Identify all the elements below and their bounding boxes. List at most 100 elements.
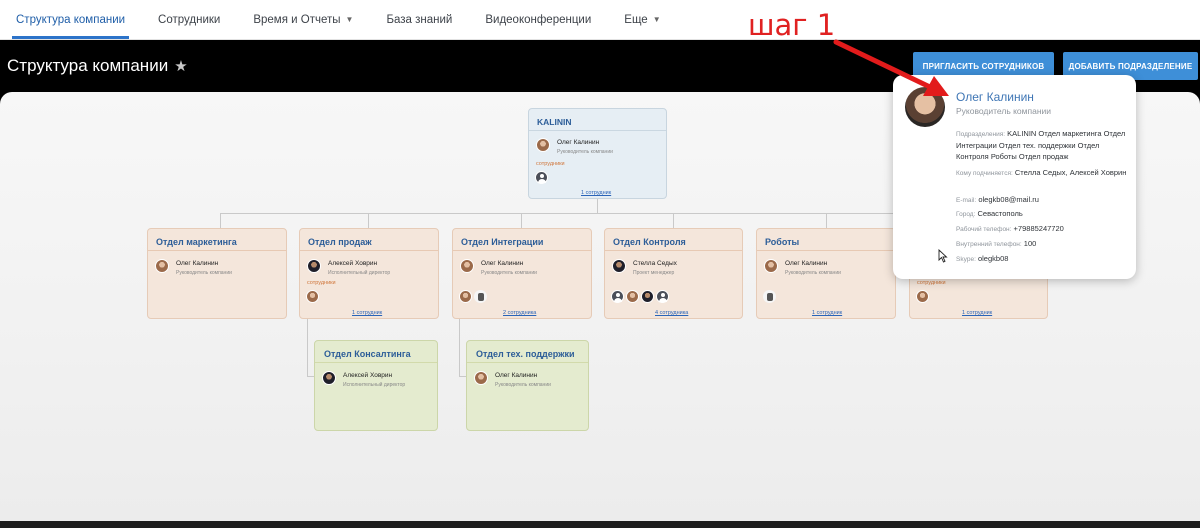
field-value: Севастополь xyxy=(977,209,1023,218)
card-head-person[interactable]: Олег Калинин Руководитель компании xyxy=(460,259,537,276)
employees-link[interactable]: 2 сотрудника xyxy=(503,310,536,316)
card-title: Роботы xyxy=(757,229,895,251)
person-role: Руководитель компании xyxy=(481,270,537,276)
popup-employee-role: Руководитель компании xyxy=(956,106,1052,116)
employees-link[interactable]: 1 сотрудник xyxy=(812,310,842,316)
person-role: Руководитель компании xyxy=(176,270,232,276)
card-title: KALININ xyxy=(529,109,666,131)
red-arrow-icon xyxy=(833,39,949,96)
field-label: Внутренний телефон: xyxy=(956,241,1022,248)
tab-label: Структура компании xyxy=(16,13,126,26)
person-role: Руководитель компании xyxy=(495,382,551,388)
tab-label: База знаний xyxy=(386,13,453,26)
popup-employee-name[interactable]: Олег Калинин xyxy=(956,90,1034,104)
employees-link[interactable]: 1 сотрудник xyxy=(581,190,611,196)
person-name: Олег Калинин xyxy=(495,372,538,379)
employees-link[interactable]: 1 сотрудник xyxy=(962,310,992,316)
popup-reports-to: Кому подчиняется: Стелла Седых, Алексей … xyxy=(956,167,1128,179)
robot-icon[interactable] xyxy=(763,290,776,303)
card-head-person[interactable]: Олег Калинин Руководитель компании xyxy=(764,259,841,276)
avatar[interactable] xyxy=(641,290,654,303)
department-card-control[interactable]: Отдел Контроля Стелла Седых Проект менедж… xyxy=(604,228,743,319)
avatar xyxy=(460,259,474,273)
avatar[interactable] xyxy=(459,290,472,303)
department-card-consulting[interactable]: Отдел Консалтинга Алексей Ховрин Исполнит… xyxy=(314,340,438,431)
mouse-cursor-icon xyxy=(938,249,948,263)
card-head-person[interactable]: Стелла Седых Проект менеджер xyxy=(612,259,677,276)
card-head-person[interactable]: Олег Калинин Руководитель компании xyxy=(155,259,232,276)
field-value[interactable]: olegkb08@mail.ru xyxy=(978,195,1039,204)
card-head-person[interactable]: Алексей Ховрин Исполнительный директор xyxy=(307,259,390,276)
person-name: Алексей Ховрин xyxy=(343,372,393,379)
popup-internal-phone: Внутренний телефон: 100 xyxy=(956,238,1128,250)
tab-employees[interactable]: Сотрудники xyxy=(146,0,232,39)
app-window: Структура компании Сотрудники Время и От… xyxy=(0,0,1200,528)
tab-label: Время и Отчеты xyxy=(253,13,341,26)
field-label: Skype: xyxy=(956,256,976,263)
user-icon[interactable] xyxy=(656,290,669,303)
department-card-marketing[interactable]: Отдел маркетинга Олег Калинин Руководител… xyxy=(147,228,287,319)
avatar xyxy=(474,371,488,385)
tab-more[interactable]: Еще ▼ xyxy=(612,0,672,39)
top-navigation: Структура компании Сотрудники Время и От… xyxy=(0,0,1200,40)
employee-popup-card: Олег Калинин Руководитель компании Подра… xyxy=(893,75,1136,279)
employees-link[interactable]: 1 сотрудник xyxy=(352,310,382,316)
connector-line xyxy=(597,198,598,213)
avatar[interactable] xyxy=(306,290,319,303)
tab-company-structure[interactable]: Структура компании xyxy=(4,0,137,39)
department-card-tech-support[interactable]: Отдел тех. поддержки Олег Калинин Руковод… xyxy=(466,340,589,431)
person-role: Руководитель компании xyxy=(557,149,613,155)
tab-time-reports[interactable]: Время и Отчеты ▼ xyxy=(241,0,365,39)
avatar xyxy=(536,138,550,152)
page-title-text: Структура компании xyxy=(7,56,169,75)
avatar[interactable] xyxy=(916,290,929,303)
person-name: Алексей Ховрин xyxy=(328,260,378,267)
field-label: Кому подчиняется: xyxy=(956,170,1013,177)
popup-departments: Подразделения: KALININ Отдел маркетинга … xyxy=(956,128,1128,162)
page-title: Структура компании ★ xyxy=(7,56,188,76)
card-head-person[interactable]: Олег Калинин Руководитель компании xyxy=(536,138,613,155)
department-card-integration[interactable]: Отдел Интеграции Олег Калинин Руководител… xyxy=(452,228,592,319)
avatar xyxy=(307,259,321,273)
root-company-card[interactable]: KALININ Олег Калинин Руководитель компани… xyxy=(528,108,667,199)
card-title: Отдел Консалтинга xyxy=(315,341,437,363)
user-icon[interactable] xyxy=(611,290,624,303)
tab-knowledge-base[interactable]: База знаний xyxy=(374,0,464,39)
person-role: Проект менеджер xyxy=(633,270,675,276)
person-name: Олег Калинин xyxy=(176,260,219,267)
connector-line xyxy=(307,376,314,377)
tab-videoconferences[interactable]: Видеоконференции xyxy=(473,0,603,39)
robot-icon[interactable] xyxy=(474,290,487,303)
department-card-robots[interactable]: Роботы Олег Калинин Руководитель компании… xyxy=(756,228,896,319)
star-icon[interactable]: ★ xyxy=(174,57,187,75)
staff-label: сотрудники xyxy=(536,161,565,167)
card-head-person[interactable]: Олег Калинин Руководитель компании xyxy=(474,371,551,388)
person-name: Стелла Седых xyxy=(633,260,677,267)
person-role: Руководитель компании xyxy=(785,270,841,276)
department-card-sales[interactable]: Отдел продаж Алексей Ховрин Исполнительны… xyxy=(299,228,439,319)
avatar xyxy=(612,259,626,273)
user-icon[interactable] xyxy=(535,171,548,184)
field-label: Рабочий телефон: xyxy=(956,226,1012,233)
card-title: Отдел тех. поддержки xyxy=(467,341,588,363)
avatar[interactable] xyxy=(626,290,639,303)
popup-email: E-mail: olegkb08@mail.ru xyxy=(956,194,1128,206)
tab-label: Сотрудники xyxy=(158,13,221,26)
card-head-person[interactable]: Алексей Ховрин Исполнительный директор xyxy=(322,371,405,388)
field-value: 100 xyxy=(1023,239,1037,248)
step-annotation-text: шаг 1 xyxy=(748,8,836,42)
field-label: E-mail: xyxy=(956,197,977,204)
staff-avatars xyxy=(535,171,548,184)
staff-avatars xyxy=(459,290,487,303)
field-value: Стелла Седых, Алексей Ховрин xyxy=(1014,168,1127,177)
connector-line xyxy=(459,319,460,377)
tab-label: Еще xyxy=(624,13,648,26)
staff-avatars xyxy=(916,290,929,303)
popup-skype: Skype: olegkb08 xyxy=(956,253,1128,265)
card-title: Отдел продаж xyxy=(300,229,438,251)
avatar xyxy=(322,371,336,385)
tab-label: Видеоконференции xyxy=(485,13,592,26)
employees-link[interactable]: 4 сотрудника xyxy=(655,310,688,316)
person-name: Олег Калинин xyxy=(557,139,600,146)
staff-avatars xyxy=(306,290,319,303)
